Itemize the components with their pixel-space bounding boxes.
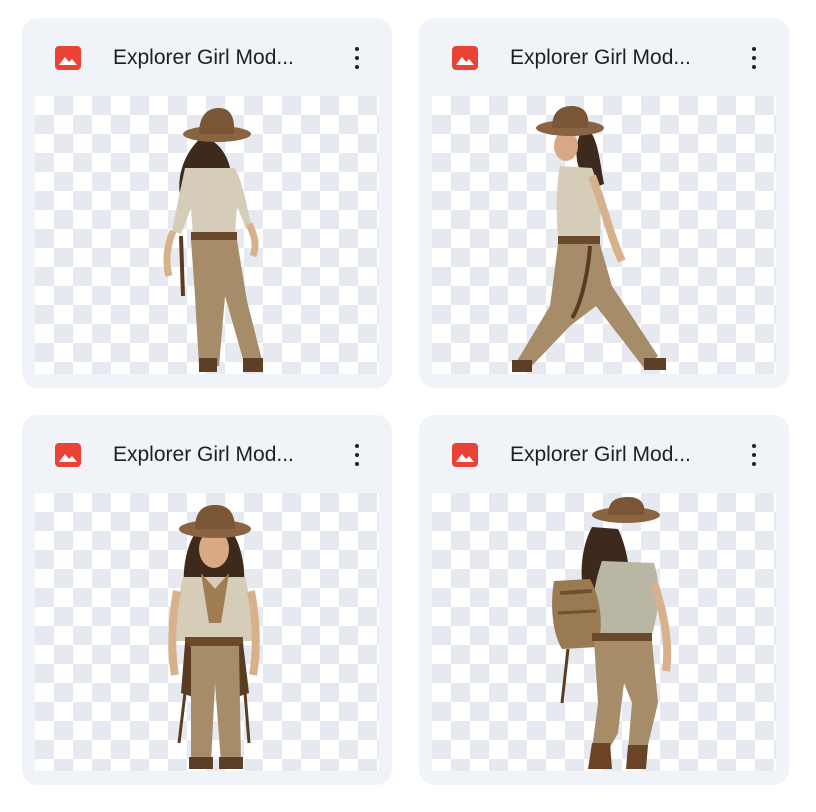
explorer-girl-backpack-image	[552, 497, 672, 769]
image-file-icon	[452, 443, 478, 467]
file-title[interactable]: Explorer Girl Mod...	[510, 44, 726, 72]
file-title[interactable]: Explorer Girl Mod...	[113, 441, 329, 469]
more-options-icon[interactable]	[740, 437, 768, 473]
more-options-icon[interactable]	[343, 40, 371, 76]
file-title[interactable]: Explorer Girl Mod...	[113, 44, 329, 72]
file-thumbnail[interactable]	[432, 493, 776, 771]
file-thumbnail[interactable]	[35, 493, 379, 771]
explorer-girl-back-image	[163, 108, 263, 372]
more-options-icon[interactable]	[343, 437, 371, 473]
image-file-icon	[452, 46, 478, 70]
file-card[interactable]: Explorer Girl Mod...	[419, 18, 789, 388]
more-options-icon[interactable]	[740, 40, 768, 76]
image-file-icon	[55, 46, 81, 70]
image-file-icon	[55, 443, 81, 467]
file-card[interactable]: Explorer Girl Mod...	[419, 415, 789, 785]
file-thumbnail[interactable]	[432, 96, 776, 374]
file-thumbnail[interactable]	[35, 96, 379, 374]
file-card[interactable]: Explorer Girl Mod...	[22, 415, 392, 785]
explorer-girl-side-image	[512, 106, 666, 372]
file-grid: Explorer Girl Mod... Explorer Girl Mod..…	[0, 0, 816, 812]
explorer-girl-front-image	[168, 505, 260, 769]
file-title[interactable]: Explorer Girl Mod...	[510, 441, 726, 469]
file-card[interactable]: Explorer Girl Mod...	[22, 18, 392, 388]
